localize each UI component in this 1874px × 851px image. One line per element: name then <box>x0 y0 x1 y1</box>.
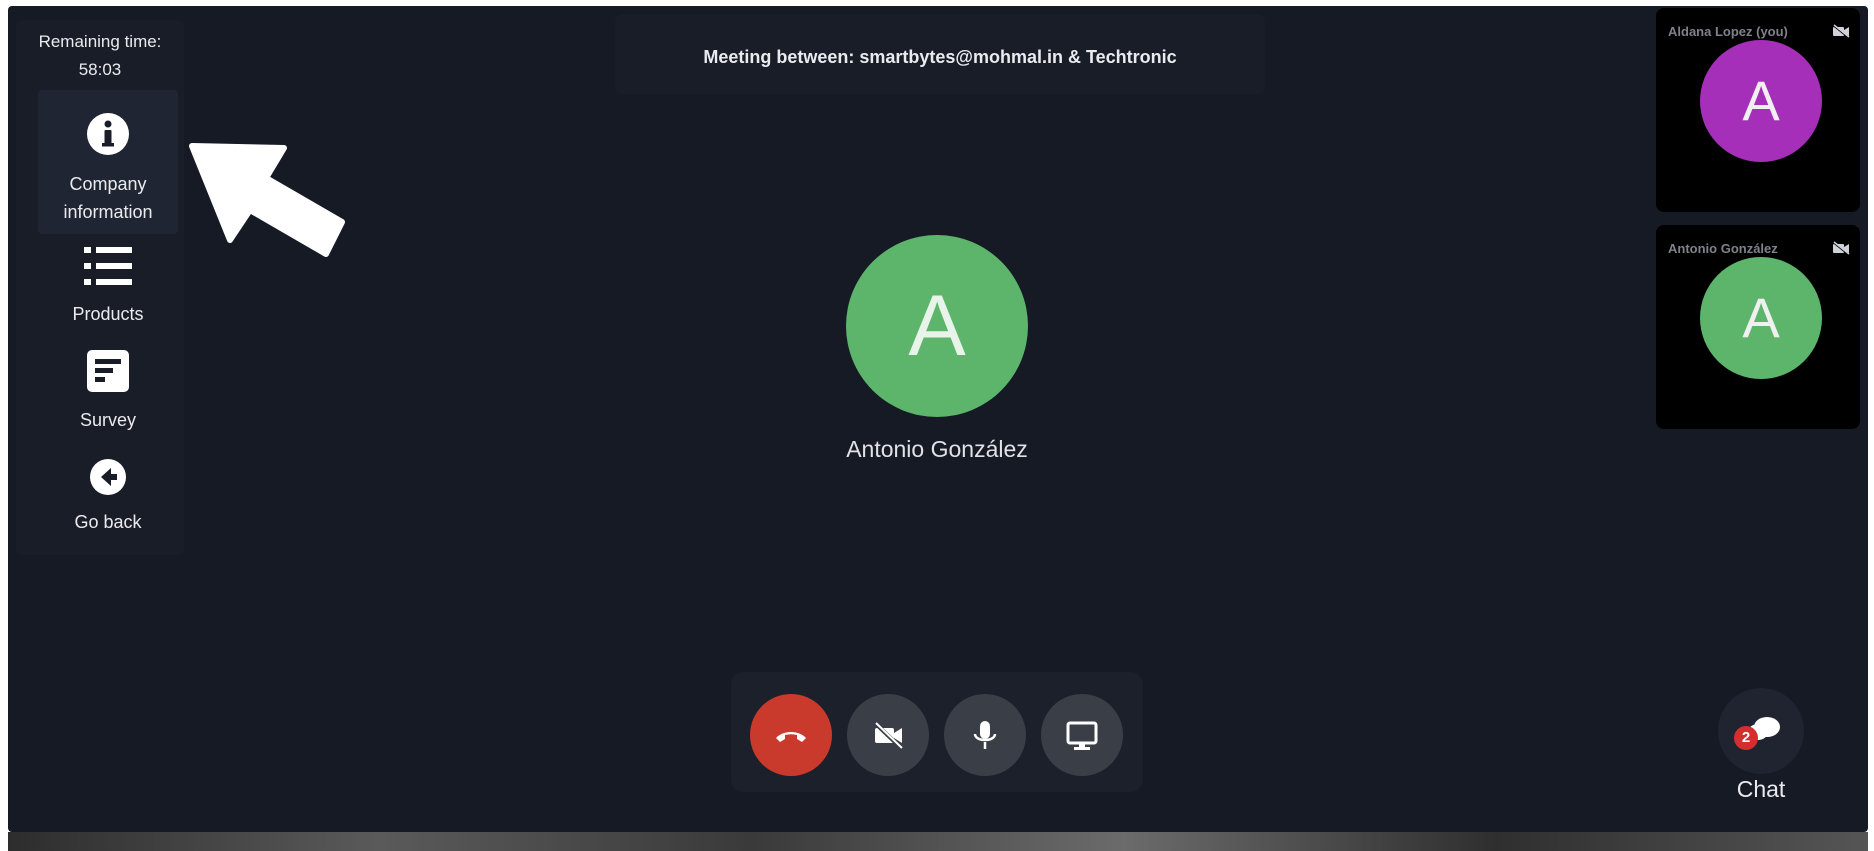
chat-button[interactable]: 2 <box>1718 688 1804 774</box>
timer-label: Remaining time: <box>38 32 162 51</box>
remaining-time: Remaining time: 58:03 <box>16 28 184 84</box>
participant-avatar: A <box>1700 257 1822 379</box>
camera-off-icon <box>1832 241 1850 260</box>
arrow-left-circle-icon <box>38 458 178 504</box>
hangup-icon <box>776 732 806 742</box>
camera-toggle-button[interactable] <box>847 694 929 776</box>
participant-tile-remote[interactable]: Antonio González A <box>1656 225 1860 429</box>
screen-share-button[interactable] <box>1041 694 1123 776</box>
camera-off-icon <box>1832 24 1850 43</box>
main-participant-avatar: A <box>846 235 1028 417</box>
sidebar-item-go-back[interactable]: Go back <box>38 458 178 538</box>
participant-name: Antonio González <box>1668 241 1778 256</box>
sidebar-item-label: Products <box>72 304 144 324</box>
call-controls <box>731 672 1143 792</box>
sidebar: Remaining time: 58:03 Company informatio… <box>16 20 184 555</box>
microphone-button[interactable] <box>944 694 1026 776</box>
main-participant-name: Antonio González <box>846 436 1028 462</box>
participant-name: Aldana Lopez (you) <box>1668 24 1788 39</box>
hangup-button[interactable] <box>750 694 832 776</box>
microphone-icon <box>973 721 997 749</box>
participant-tile-self[interactable]: Aldana Lopez (you) A <box>1656 8 1860 212</box>
background-image-strip <box>8 832 1868 851</box>
info-icon <box>38 112 178 164</box>
sidebar-item-label: Survey <box>79 410 137 430</box>
pointer-arrow-icon <box>189 143 345 257</box>
sidebar-item-company-information[interactable]: Company information <box>38 90 178 234</box>
meeting-title: Meeting between: smartbytes@mohmal.in & … <box>615 14 1265 94</box>
document-icon <box>38 350 178 400</box>
screen-share-icon <box>1066 721 1098 750</box>
sidebar-item-products[interactable]: Products <box>38 246 178 332</box>
sidebar-item-label: Go back <box>74 512 142 532</box>
participant-avatar: A <box>1700 40 1822 162</box>
timer-value: 58:03 <box>78 60 122 79</box>
list-icon <box>38 246 178 294</box>
chat-label: Chat <box>1736 776 1786 802</box>
chat-unread-badge: 2 <box>1734 726 1758 750</box>
sidebar-item-label: information <box>63 202 153 222</box>
camera-off-icon <box>873 721 903 750</box>
sidebar-item-label: Company <box>69 174 147 194</box>
sidebar-item-survey[interactable]: Survey <box>38 350 178 436</box>
